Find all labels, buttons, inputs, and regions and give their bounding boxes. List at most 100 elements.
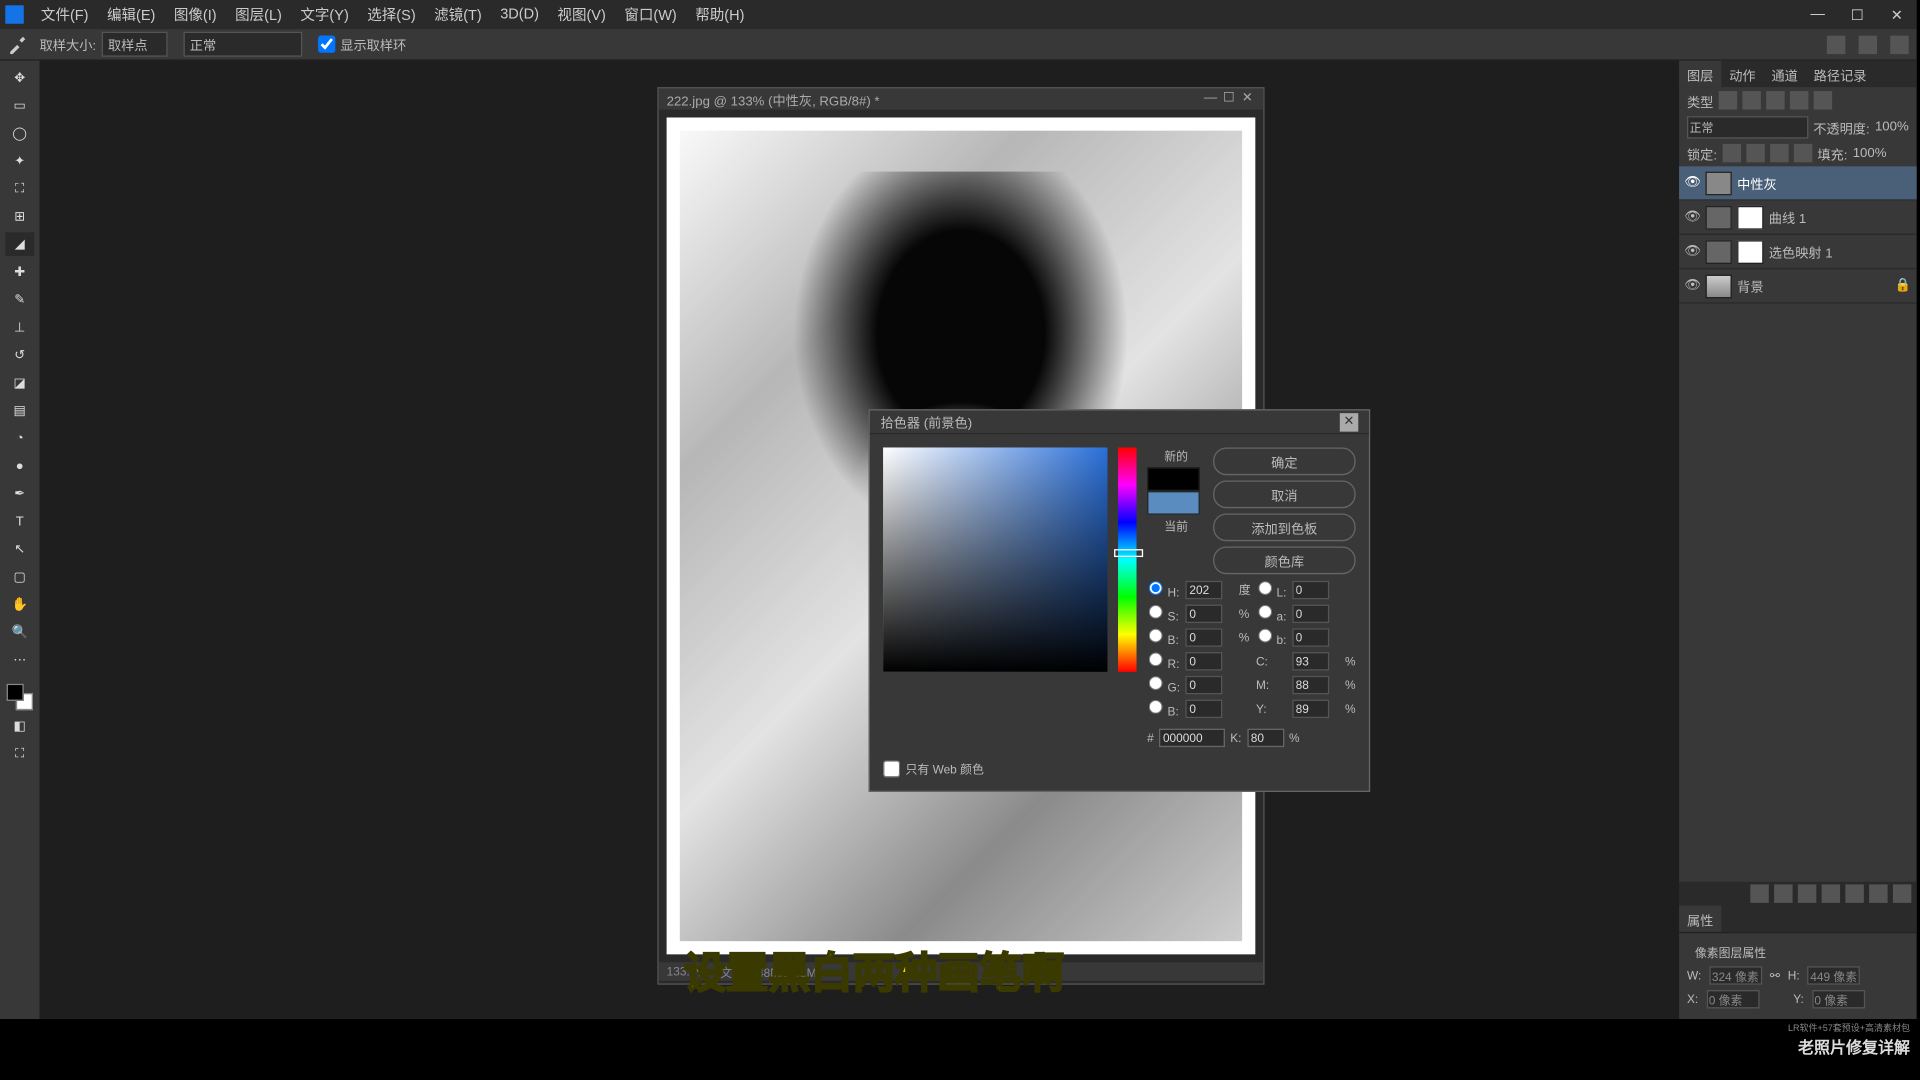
menu-view[interactable]: 视图(V) [548, 4, 615, 25]
ok-button[interactable]: 确定 [1213, 447, 1356, 475]
more-tools[interactable]: ⋯ [5, 648, 34, 672]
marquee-tool[interactable]: ▭ [5, 94, 34, 118]
win-max[interactable]: ☐ [1837, 6, 1877, 23]
b-radio[interactable] [1149, 629, 1163, 643]
path-tool[interactable]: ↖ [5, 537, 34, 561]
new-layer-icon[interactable] [1869, 884, 1887, 902]
type-tool[interactable]: T [5, 510, 34, 534]
s-input[interactable] [1185, 604, 1222, 622]
l-radio[interactable] [1258, 581, 1272, 595]
w-input[interactable] [1709, 966, 1762, 984]
k-input[interactable] [1247, 729, 1284, 747]
menu-window[interactable]: 窗口(W) [615, 4, 686, 25]
screenmode-tool[interactable]: ⛶ [5, 742, 34, 766]
pen-tool[interactable]: ✒ [5, 482, 34, 506]
wand-tool[interactable]: ✦ [5, 149, 34, 173]
g-radio[interactable] [1149, 676, 1163, 690]
g-input[interactable] [1185, 675, 1222, 693]
sample-size-select[interactable]: 取样点 [101, 32, 167, 57]
lasso-tool[interactable]: ◯ [5, 121, 34, 145]
bb-input[interactable] [1185, 699, 1222, 717]
filter-shape-icon[interactable] [1790, 91, 1808, 109]
h-input[interactable] [1185, 580, 1222, 598]
menu-edit[interactable]: 编辑(E) [98, 4, 165, 25]
menu-filter[interactable]: 滤镜(T) [425, 4, 491, 25]
search-icon[interactable] [1827, 35, 1845, 53]
dodge-tool[interactable]: ● [5, 454, 34, 478]
crop-tool[interactable]: ⛶ [5, 177, 34, 201]
quickmask-tool[interactable]: ◧ [5, 714, 34, 738]
h-input[interactable] [1808, 966, 1861, 984]
tab-history[interactable]: 路径记录 [1806, 61, 1875, 87]
c-input[interactable] [1292, 651, 1329, 669]
doc-close[interactable]: ✕ [1239, 91, 1255, 107]
vis-icon[interactable]: 👁 [1684, 244, 1700, 259]
gradient-tool[interactable]: ▤ [5, 399, 34, 423]
zoom-tool[interactable]: 🔍 [5, 620, 34, 644]
lock-trans-icon[interactable] [1722, 144, 1740, 162]
doc-min[interactable]: — [1203, 91, 1219, 107]
heal-tool[interactable]: ✚ [5, 260, 34, 284]
tab-actions[interactable]: 动作 [1721, 61, 1763, 87]
filter-img-icon[interactable] [1719, 91, 1737, 109]
win-close[interactable]: ✕ [1877, 6, 1917, 23]
workspace-icon[interactable] [1859, 35, 1877, 53]
picker-close[interactable]: ✕ [1340, 413, 1358, 431]
tab-properties[interactable]: 属性 [1679, 906, 1721, 932]
menu-help[interactable]: 帮助(H) [686, 4, 754, 25]
hand-tool[interactable]: ✋ [5, 593, 34, 617]
mask-icon[interactable] [1798, 884, 1816, 902]
menu-select[interactable]: 选择(S) [358, 4, 425, 25]
color-lib-button[interactable]: 颜色库 [1213, 546, 1356, 574]
a-radio[interactable] [1258, 605, 1272, 619]
filter-smart-icon[interactable] [1814, 91, 1832, 109]
trash-icon[interactable] [1893, 884, 1911, 902]
r-radio[interactable] [1149, 652, 1163, 666]
doc-max[interactable]: ☐ [1221, 91, 1237, 107]
bb2-radio[interactable] [1149, 700, 1163, 714]
group-icon[interactable] [1845, 884, 1863, 902]
fx-icon[interactable] [1774, 884, 1792, 902]
l-input[interactable] [1292, 580, 1329, 598]
filter-txt-icon[interactable] [1766, 91, 1784, 109]
layer-background[interactable]: 👁背景🔒 [1679, 269, 1917, 303]
frame-tool[interactable]: ⊞ [5, 205, 34, 229]
layer-neutral-gray[interactable]: 👁中性灰 [1679, 166, 1917, 200]
bb-radio[interactable] [1258, 629, 1272, 643]
share-icon[interactable] [1890, 35, 1908, 53]
m-input[interactable] [1292, 675, 1329, 693]
link-wh-icon[interactable]: ⚯ [1770, 968, 1780, 983]
blur-tool[interactable]: ◔ [5, 426, 34, 450]
link-icon[interactable] [1750, 884, 1768, 902]
menu-file[interactable]: 文件(F) [32, 4, 98, 25]
vis-icon[interactable]: 👁 [1684, 210, 1700, 225]
stamp-tool[interactable]: ⊥ [5, 315, 34, 339]
menu-image[interactable]: 图像(I) [165, 4, 226, 25]
vis-icon[interactable]: 👁 [1684, 176, 1700, 191]
menu-layer[interactable]: 图层(L) [226, 4, 291, 25]
blend-mode-select[interactable]: 正常 [1687, 116, 1808, 138]
opacity-value[interactable]: 100% [1875, 119, 1909, 134]
s-radio[interactable] [1149, 605, 1163, 619]
shape-tool[interactable]: ▢ [5, 565, 34, 589]
lock-pix-icon[interactable] [1746, 144, 1764, 162]
history-brush-tool[interactable]: ↺ [5, 343, 34, 367]
layer-selective-color[interactable]: 👁选色映射 1 [1679, 235, 1917, 269]
menu-3d[interactable]: 3D(D) [491, 7, 548, 23]
move-tool[interactable]: ✥ [5, 66, 34, 90]
filter-adj-icon[interactable] [1742, 91, 1760, 109]
tab-layers[interactable]: 图层 [1679, 61, 1721, 87]
a-input[interactable] [1292, 604, 1329, 622]
web-only-checkbox[interactable] [883, 760, 900, 777]
fill-value[interactable]: 100% [1853, 146, 1887, 161]
adj-icon[interactable] [1822, 884, 1840, 902]
y-input[interactable] [1292, 699, 1329, 717]
r-input[interactable] [1185, 651, 1222, 669]
eraser-tool[interactable]: ◪ [5, 371, 34, 395]
menu-type[interactable]: 文字(Y) [291, 4, 358, 25]
b-input[interactable] [1292, 628, 1329, 646]
show-ring-checkbox[interactable] [318, 36, 335, 53]
y-input[interactable] [1812, 990, 1865, 1008]
sample-select[interactable]: 正常 [183, 32, 302, 57]
tab-channels[interactable]: 通道 [1764, 61, 1806, 87]
